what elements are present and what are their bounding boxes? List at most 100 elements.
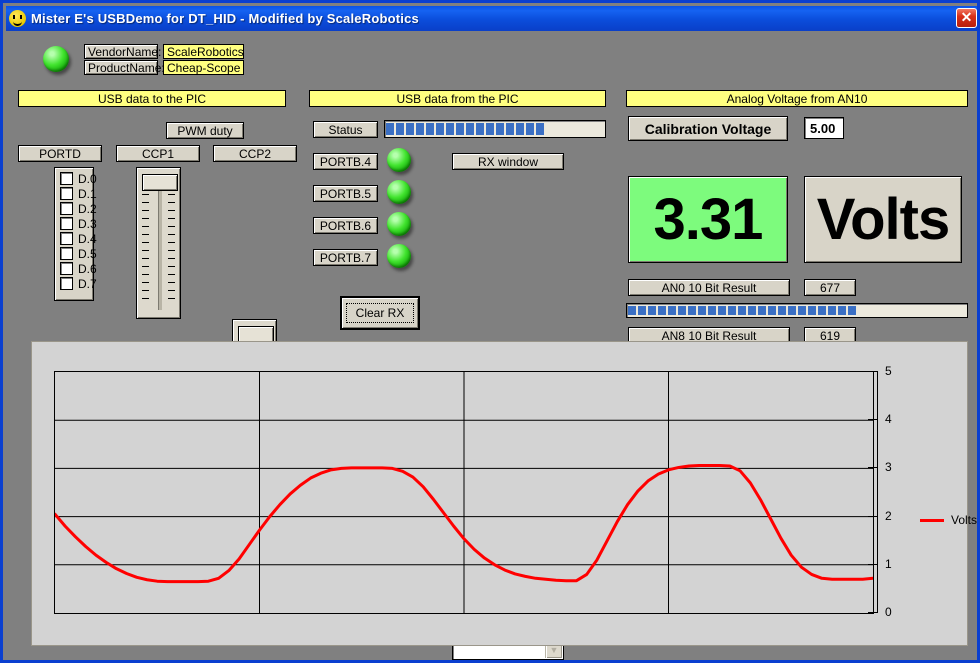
portb5-label: PORTB.5	[313, 185, 378, 202]
portb6-led	[387, 212, 411, 236]
progress-segment	[668, 306, 676, 315]
progress-segment	[828, 306, 836, 315]
chart-y-tick	[868, 467, 877, 468]
slider-ticks-right	[168, 178, 175, 312]
vendor-name-value: ScaleRobotics	[163, 44, 244, 59]
portd-checkbox-group: D.0 D.1 D.2 D.3 D.4 D.5	[54, 167, 94, 301]
vendor-name-label: VendorName:	[84, 44, 158, 59]
progress-segment	[586, 123, 594, 135]
progress-segment	[638, 306, 646, 315]
portd-checkbox-d2[interactable]: D.2	[60, 201, 88, 216]
progress-segment	[718, 306, 726, 315]
an0-result-label: AN0 10 Bit Result	[628, 279, 790, 296]
progress-segment	[486, 123, 494, 135]
progress-segment	[898, 306, 906, 315]
progress-segment	[506, 123, 514, 135]
portd-checkbox-label: D.4	[78, 232, 97, 246]
chart-y-tick	[868, 612, 877, 613]
progress-segment	[446, 123, 454, 135]
progress-segment	[436, 123, 444, 135]
progress-segment	[728, 306, 736, 315]
progress-segment	[748, 306, 756, 315]
clear-rx-button[interactable]: Clear RX	[340, 296, 420, 330]
usb-to-pic-header: USB data to the PIC	[18, 90, 286, 107]
chart-y-tick	[868, 419, 877, 420]
portd-checkbox-d3[interactable]: D.3	[60, 216, 88, 231]
progress-segment	[688, 306, 696, 315]
analog-header: Analog Voltage from AN10	[626, 90, 968, 107]
slider-track	[158, 180, 162, 310]
voltage-display: 3.31	[628, 176, 788, 263]
smiley-face-icon	[9, 10, 26, 27]
chart-y-tick-label: 3	[885, 460, 892, 474]
chart-y-tick	[868, 564, 877, 565]
portd-checkbox-d1[interactable]: D.1	[60, 186, 88, 201]
portb4-label: PORTB.4	[313, 153, 378, 170]
clear-rx-button-label: Clear RX	[346, 303, 415, 323]
legend-color-swatch	[920, 519, 944, 522]
portd-checkbox-label: D.0	[78, 172, 97, 186]
progress-segment	[888, 306, 896, 315]
usb-from-pic-header: USB data from the PIC	[309, 90, 606, 107]
progress-segment	[526, 123, 534, 135]
chart-y-tick-label: 4	[885, 412, 892, 426]
close-icon[interactable]: ✕	[956, 8, 977, 28]
checkbox-icon[interactable]	[60, 277, 73, 290]
portb4-led	[387, 148, 411, 172]
portd-checkbox-label: D.3	[78, 217, 97, 231]
checkbox-icon[interactable]	[60, 262, 73, 275]
checkbox-icon[interactable]	[60, 172, 73, 185]
portd-checkbox-d6[interactable]: D.6	[60, 261, 88, 276]
status-label: Status	[313, 121, 378, 138]
progress-segment	[546, 123, 554, 135]
progress-segment	[576, 123, 584, 135]
progress-segment	[818, 306, 826, 315]
title-bar: Mister E's USBDemo for DT_HID - Modified…	[6, 6, 980, 31]
an0-progress-bar	[626, 303, 968, 318]
progress-segment	[958, 306, 966, 315]
progress-segment	[566, 123, 574, 135]
progress-segment	[788, 306, 796, 315]
progress-segment	[758, 306, 766, 315]
ccp1-slider[interactable]	[136, 167, 181, 319]
portb7-led	[387, 244, 411, 268]
checkbox-icon[interactable]	[60, 247, 73, 260]
progress-segment	[938, 306, 946, 315]
progress-segment	[648, 306, 656, 315]
checkbox-icon[interactable]	[60, 217, 73, 230]
progress-segment	[698, 306, 706, 315]
progress-segment	[878, 306, 886, 315]
calibration-voltage-input[interactable]: 5.00	[804, 117, 844, 139]
progress-segment	[848, 306, 856, 315]
portd-checkbox-d5[interactable]: D.5	[60, 246, 88, 261]
portd-checkbox-d7[interactable]: D.7	[60, 276, 88, 291]
chart-y-tick-label: 0	[885, 605, 892, 619]
checkbox-icon[interactable]	[60, 187, 73, 200]
portd-checkbox-label: D.1	[78, 187, 97, 201]
window-title: Mister E's USBDemo for DT_HID - Modified…	[31, 11, 419, 26]
progress-segment	[456, 123, 464, 135]
progress-segment	[908, 306, 916, 315]
chart-legend: Volts	[920, 513, 977, 527]
progress-segment	[466, 123, 474, 135]
progress-segment	[808, 306, 816, 315]
progress-segment	[476, 123, 484, 135]
portd-checkbox-label: D.7	[78, 277, 97, 291]
progress-segment	[838, 306, 846, 315]
progress-segment	[768, 306, 776, 315]
portd-checkbox-d4[interactable]: D.4	[60, 231, 88, 246]
chart-plot-area	[54, 371, 874, 614]
portb6-label: PORTB.6	[313, 217, 378, 234]
connection-led	[43, 46, 69, 72]
progress-segment	[536, 123, 544, 135]
application-window: Mister E's USBDemo for DT_HID - Modified…	[0, 0, 980, 663]
checkbox-icon[interactable]	[60, 232, 73, 245]
portd-checkbox-d0[interactable]: D.0	[60, 171, 88, 186]
portd-checkbox-label: D.2	[78, 202, 97, 216]
slider-thumb[interactable]	[142, 174, 178, 191]
progress-segment	[918, 306, 926, 315]
portd-header: PORTD	[18, 145, 102, 162]
progress-segment	[948, 306, 956, 315]
progress-segment	[596, 123, 604, 135]
checkbox-icon[interactable]	[60, 202, 73, 215]
